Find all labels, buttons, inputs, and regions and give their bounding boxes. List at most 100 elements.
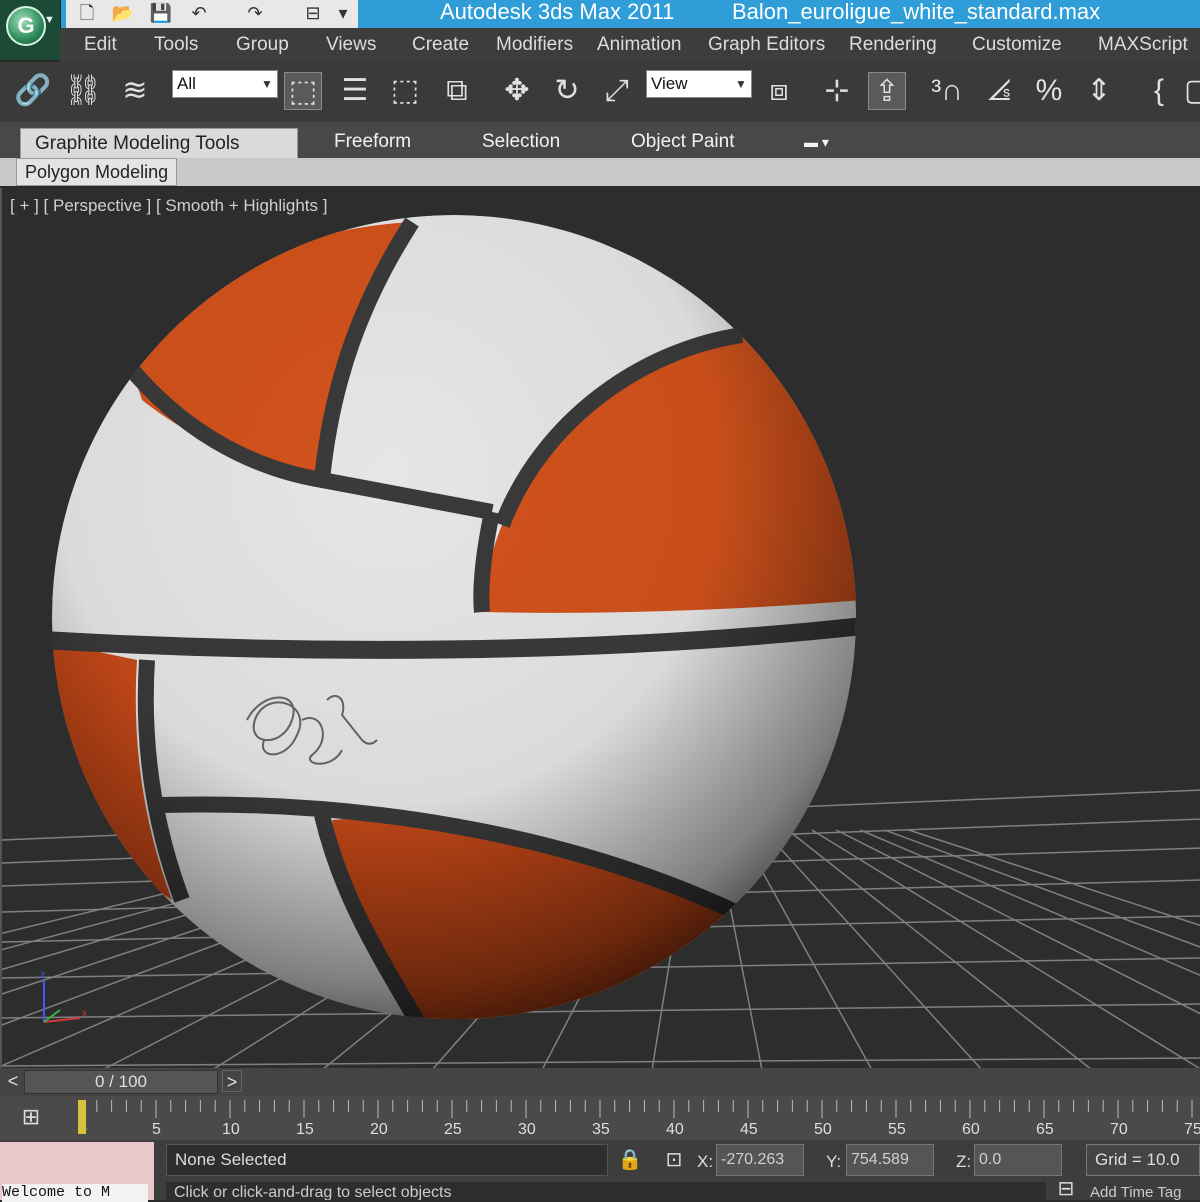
time-slider-thumb[interactable]: 0 / 100	[24, 1070, 218, 1094]
y-coordinate-field[interactable]: 754.589	[846, 1144, 934, 1176]
bind-to-space-warp-icon[interactable]: ≋	[116, 72, 154, 110]
selection-filter-dropdown[interactable]: All ▼	[172, 70, 278, 98]
chevron-down-icon: ▼	[261, 77, 273, 91]
track-bar: ⊞ 051015202530354045505560657075	[0, 1096, 1200, 1140]
quick-access-dropdown-icon[interactable]: ▾	[330, 2, 356, 24]
frame-label: 25	[444, 1121, 462, 1138]
x-coordinate-field[interactable]: -270.263	[716, 1144, 804, 1176]
menu-bar: Edit Tools Group Views Create Modifiers …	[60, 28, 1200, 63]
menu-animation[interactable]: Animation	[597, 28, 682, 62]
edit-named-selection-icon[interactable]: {	[1140, 72, 1178, 110]
frame-label: 65	[1036, 1121, 1054, 1138]
grid-line	[811, 829, 1200, 1068]
time-tag-icon[interactable]: ⊟	[1052, 1178, 1080, 1200]
project-folder-icon[interactable]: ⊟	[300, 2, 326, 24]
menu-views[interactable]: Views	[326, 28, 376, 62]
title-bar: 🗋 📂 💾 ↶ ↷ ⊟ ▾ Autodesk 3ds Max 2011 Balo…	[0, 0, 1200, 28]
ribbon: Graphite Modeling Tools Freeform Selecti…	[0, 122, 1200, 186]
selection-lock-icon[interactable]: 🔒	[616, 1146, 644, 1174]
grid-size-display: Grid = 10.0	[1086, 1144, 1200, 1176]
frame-label: 70	[1110, 1121, 1128, 1138]
use-pivot-center-icon[interactable]: ⧈	[760, 72, 798, 110]
ribbon-panel: Polygon Modeling	[0, 158, 1200, 186]
panel-polygon-modeling[interactable]: Polygon Modeling	[16, 158, 178, 186]
3ds-max-logo-icon: G	[6, 6, 46, 46]
menu-maxscript[interactable]: MAXScript	[1098, 28, 1188, 62]
file-name: Balon_euroligue_white_standard.max	[732, 0, 1101, 24]
z-label: Z:	[956, 1152, 972, 1171]
menu-edit[interactable]: Edit	[84, 28, 117, 62]
snaps-toggle-icon[interactable]: ³∩	[928, 72, 966, 110]
selection-status: None Selected	[166, 1144, 608, 1176]
select-and-move-icon[interactable]: ✥	[498, 72, 536, 110]
grid-line	[860, 829, 1200, 976]
grid-line	[787, 829, 1091, 1068]
reference-coordinate-value: View	[651, 74, 688, 93]
select-and-rotate-icon[interactable]: ↻	[548, 72, 586, 110]
frame-label: 35	[592, 1121, 610, 1138]
frame-label: 75	[1184, 1121, 1200, 1138]
reference-coordinate-dropdown[interactable]: View ▼	[646, 70, 752, 98]
select-and-link-icon[interactable]: 🔗	[14, 72, 52, 110]
percent-snap-icon[interactable]: %	[1030, 72, 1068, 110]
menu-create[interactable]: Create	[412, 28, 469, 62]
next-frame-button[interactable]: >	[222, 1070, 242, 1092]
grid-line	[2, 1057, 1200, 1067]
select-and-scale-icon[interactable]: ⤢	[598, 72, 636, 110]
menu-graph-editors[interactable]: Graph Editors	[708, 28, 825, 62]
tab-graphite-modeling-tools[interactable]: Graphite Modeling Tools	[20, 128, 298, 159]
selection-filter-value: All	[177, 74, 196, 93]
window-crossing-icon[interactable]: ⧉	[438, 72, 476, 110]
viewport-scene: z x	[2, 215, 1200, 1068]
frame-label: 60	[962, 1121, 980, 1138]
menu-modifiers[interactable]: Modifiers	[496, 28, 573, 62]
frame-label: 40	[666, 1121, 684, 1138]
tab-selection[interactable]: Selection	[482, 127, 560, 157]
add-time-tag-button[interactable]: Add Time Tag	[1090, 1184, 1200, 1200]
menu-customize[interactable]: Customize	[972, 28, 1062, 62]
unlink-selection-icon[interactable]: ⛓	[64, 72, 102, 110]
frame-label: 50	[814, 1121, 832, 1138]
app-title: Autodesk 3ds Max 2011	[440, 0, 675, 24]
menu-tools[interactable]: Tools	[154, 28, 198, 62]
svg-text:z: z	[40, 970, 45, 981]
z-coordinate-field[interactable]: 0.0	[974, 1144, 1062, 1176]
grid-line	[2, 1003, 1200, 1019]
named-selection-sets-icon[interactable]: ▢	[1184, 72, 1200, 110]
application-menu-button[interactable]: G ▼	[0, 0, 61, 60]
menu-group[interactable]: Group	[236, 28, 289, 62]
new-file-icon[interactable]: 🗋	[74, 2, 100, 24]
select-and-manipulate-icon[interactable]: ⊹	[818, 72, 856, 110]
viewport-label[interactable]: [ + ] [ Perspective ] [ Smooth + Highlig…	[10, 196, 327, 216]
ribbon-options-icon[interactable]: ▬ ▾	[804, 127, 829, 157]
redo-icon[interactable]: ↷	[242, 2, 268, 24]
maxscript-listener[interactable]: Welcome to M	[0, 1142, 154, 1202]
keyboard-shortcut-override-icon[interactable]: ⇪	[868, 72, 906, 110]
svg-text:x: x	[82, 1008, 87, 1019]
chevron-down-icon: ▼	[735, 77, 747, 91]
angle-snap-icon[interactable]: ⦞	[980, 72, 1018, 110]
status-bar: Welcome to M None Selected 🔒 ⊡ X: -270.2…	[0, 1140, 1200, 1202]
prompt-line: Click or click-and-drag to select object…	[166, 1182, 1046, 1200]
spinner-snap-icon[interactable]: ⇕	[1080, 72, 1118, 110]
grid-line	[763, 829, 982, 1068]
perspective-viewport[interactable]: z x [ + ] [ Perspective ] [ Smooth + Hig…	[0, 188, 1200, 1068]
tab-object-paint[interactable]: Object Paint	[631, 127, 735, 157]
main-toolbar: 🔗 ⛓ ≋ All ▼ ⬚ ☰ ⬚ ⧉ ✥ ↻ ⤢ View ▼ ⧈ ⊹ ⇪ ³…	[0, 62, 1200, 123]
save-file-icon[interactable]: 💾	[148, 2, 174, 24]
frame-label: 20	[370, 1121, 388, 1138]
select-by-name-icon[interactable]: ☰	[336, 72, 374, 110]
undo-icon[interactable]: ↶	[186, 2, 212, 24]
open-mini-curve-editor-icon[interactable]: ⊞	[14, 1102, 48, 1132]
frame-ruler[interactable]: 051015202530354045505560657075	[66, 1096, 1200, 1140]
frame-label: 10	[222, 1121, 240, 1138]
select-object-icon[interactable]: ⬚	[284, 72, 322, 110]
rectangular-selection-icon[interactable]: ⬚	[386, 72, 424, 110]
tab-freeform[interactable]: Freeform	[334, 127, 411, 157]
absolute-offset-mode-icon[interactable]: ⊡	[660, 1146, 688, 1174]
maxscript-welcome-text: Welcome to M	[2, 1184, 148, 1202]
menu-rendering[interactable]: Rendering	[849, 28, 937, 62]
open-file-icon[interactable]: 📂	[110, 2, 136, 24]
x-label: X:	[697, 1152, 714, 1171]
previous-frame-button[interactable]: <	[4, 1070, 22, 1092]
